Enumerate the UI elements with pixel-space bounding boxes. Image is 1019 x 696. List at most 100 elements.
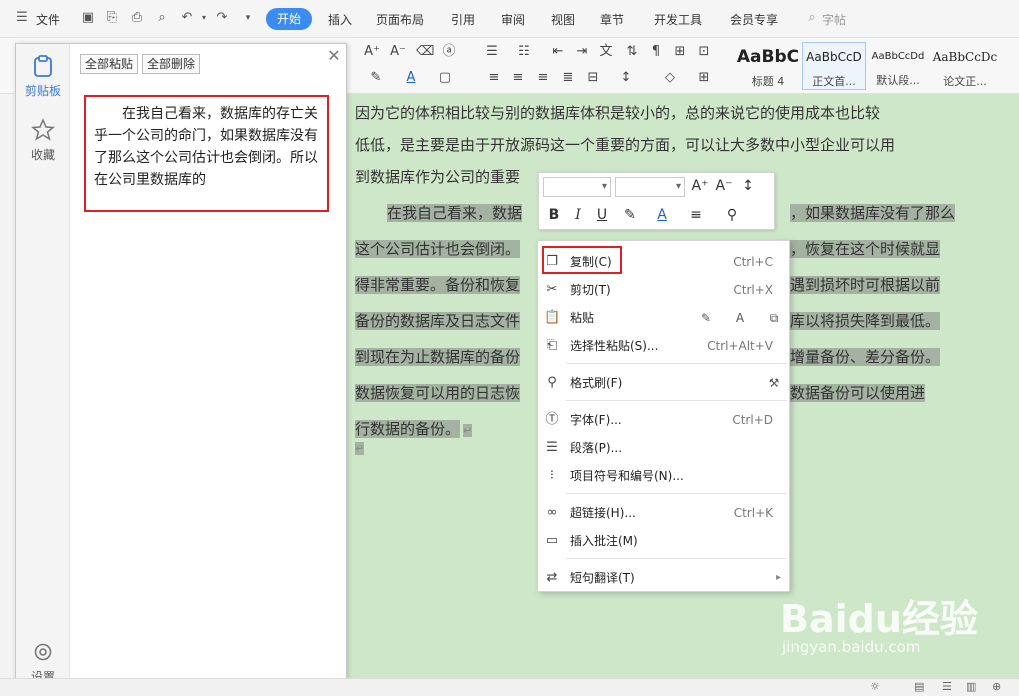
selected-text: 备份的数据库及日志文件 [355, 312, 521, 330]
export-pdf-icon[interactable]: ⎘ [104, 10, 120, 26]
font-name-select[interactable]: ▾ [543, 177, 611, 197]
style-preview: AaBbCcDd [871, 51, 925, 62]
web-view-icon[interactable]: ⊕ [992, 680, 1001, 693]
format-painter-icon[interactable]: ⚲ [723, 206, 741, 224]
tab-member[interactable]: 会员专享 [730, 11, 778, 28]
hamburger-menu-icon[interactable]: ☰ [14, 10, 30, 26]
close-icon[interactable]: ✕ [326, 48, 342, 64]
menu-separator [566, 493, 787, 494]
style-default-para[interactable]: AaBbCcDd 默认段... [866, 42, 930, 90]
tab-references[interactable]: 引用 [451, 11, 475, 28]
italic-icon[interactable]: I [569, 206, 587, 224]
show-marks-icon[interactable]: ¶ [648, 44, 664, 60]
outline-view-icon[interactable]: ☰ [942, 680, 952, 693]
menu-item-insert-comment[interactable]: ▭ 插入批注(M) [538, 527, 789, 555]
line-spacing-icon[interactable]: ↕ [618, 70, 634, 86]
search-icon[interactable]: ⌕ [804, 10, 820, 26]
sidebar-item-clipboard[interactable]: 剪贴板 [16, 54, 70, 99]
reading-view-icon[interactable]: ▥ [966, 680, 976, 693]
font-grow-icon[interactable]: A⁺ [691, 177, 709, 195]
redo-icon[interactable]: ↷ [214, 10, 230, 26]
page-view-icon[interactable]: ▤ [914, 680, 924, 693]
font-color-icon[interactable]: A [653, 206, 671, 224]
paste-text-only-icon[interactable]: A [732, 310, 748, 326]
menu-item-bullets[interactable]: ⁝ 项目符号和编号(N)... [538, 462, 789, 490]
menu-item-cut[interactable]: ✂ 剪切(T) Ctrl+X [538, 276, 789, 304]
font-grow-icon[interactable]: A⁺ [364, 44, 380, 60]
tab-view[interactable]: 视图 [551, 11, 575, 28]
print-preview-icon[interactable]: ⌕ [154, 10, 170, 26]
menu-item-paragraph[interactable]: ☰ 段落(P)... [538, 434, 789, 462]
eye-protect-icon[interactable]: ☼ [870, 680, 880, 693]
tab-insert[interactable]: 插入 [328, 11, 352, 28]
paragraph-mark-icon: ↵ [463, 424, 473, 437]
tab-review[interactable]: 审阅 [501, 11, 525, 28]
numbered-list-icon[interactable]: ☷ [516, 44, 532, 60]
style-body-first[interactable]: AaBbCcD 正文首... [802, 42, 866, 90]
menu-item-paste-special[interactable]: ⎗ 选择性粘贴(S)... Ctrl+Alt+V [538, 332, 789, 360]
menu-item-label: 短句翻译(T) [570, 571, 635, 585]
style-thesis-body[interactable]: AaBbCcDc 论文正... [930, 42, 1000, 90]
menu-item-hyperlink[interactable]: ∞ 超链接(H)... Ctrl+K [538, 499, 789, 527]
align-center-icon[interactable]: ≡ [510, 70, 526, 86]
underline-icon[interactable]: U [593, 206, 611, 224]
menu-item-format-painter[interactable]: ⚲ 格式刷(F) ⚒ [538, 369, 789, 397]
menu-item-translate[interactable]: ⇄ 短句翻译(T) ▸ [538, 564, 789, 592]
ruler-icon[interactable]: ⊡ [696, 44, 712, 60]
undo-dropdown-icon[interactable]: ▾ [196, 10, 212, 26]
tab-page-layout[interactable]: 页面布局 [376, 11, 424, 28]
justify-icon[interactable]: ≣ [560, 70, 576, 86]
shading-icon[interactable]: ◇ [662, 70, 678, 86]
search-label[interactable]: 字帖 [822, 11, 846, 28]
style-name: 正文首... [812, 75, 856, 88]
font-shrink-icon[interactable]: A⁻ [390, 44, 406, 60]
highlight-color-icon[interactable]: ✎ [621, 206, 639, 224]
font-size-select[interactable]: ▾ [615, 177, 685, 197]
doc-line-fragment: 库以将损失降到最低。 [790, 306, 941, 336]
font-color-icon[interactable]: A [403, 70, 419, 86]
tab-developer[interactable]: 开发工具 [654, 11, 702, 28]
menu-item-paste[interactable]: 📋 粘贴 ✎ A ⧉ [538, 304, 789, 332]
save-icon[interactable]: ▣ [80, 10, 96, 26]
file-menu[interactable]: 文件 [36, 11, 60, 28]
format-painter-extra-icon[interactable]: ⚒ [766, 375, 782, 391]
quick-access-dropdown-icon[interactable]: ▾ [240, 10, 256, 26]
clipboard-item[interactable]: 在我自己看来，数据库的存亡关乎一个公司的命门，如果数据库没有了那么这个公司估计也… [84, 95, 329, 212]
highlight-color-icon[interactable]: ✎ [368, 70, 384, 86]
paste-merge-icon[interactable]: ⧉ [766, 310, 782, 326]
borders-icon[interactable]: ⊞ [696, 70, 712, 86]
tab-chapter[interactable]: 章节 [600, 11, 624, 28]
doc-line-selected: 数据恢复可以用的日志恢 [355, 378, 521, 408]
table-icon[interactable]: ⊞ [672, 44, 688, 60]
style-heading4[interactable]: AaBbC 标题 4 [734, 42, 802, 90]
menu-item-font[interactable]: Ⓣ 字体(F)... Ctrl+D [538, 406, 789, 434]
selected-text: 库以将损失降到最低。 [790, 312, 941, 330]
delete-all-button[interactable]: 全部删除 [142, 54, 201, 74]
phonetic-icon[interactable]: ⓐ [441, 44, 457, 60]
bulleted-list-icon[interactable]: ☰ [484, 44, 500, 60]
decrease-indent-icon[interactable]: ⇤ [550, 44, 566, 60]
line-spacing-icon[interactable]: ↕ [739, 177, 757, 195]
align-icon[interactable]: ≡ [687, 206, 705, 224]
align-right-icon[interactable]: ≡ [535, 70, 551, 86]
increase-indent-icon[interactable]: ⇥ [574, 44, 590, 60]
bold-icon[interactable]: B [545, 206, 563, 224]
tab-start[interactable]: 开始 [266, 8, 312, 30]
distribute-icon[interactable]: ⊟ [585, 70, 601, 86]
paste-keep-format-icon[interactable]: ✎ [698, 310, 714, 326]
paste-all-button[interactable]: 全部粘贴 [80, 54, 139, 74]
selected-text: 数据恢复可以用的日志恢 [355, 384, 521, 402]
sidebar-item-favorites[interactable]: 收藏 [16, 118, 70, 163]
selected-text: ，恢复在这个时候就显 [790, 240, 941, 258]
char-border-icon[interactable]: ▢ [437, 70, 453, 86]
print-icon[interactable]: ⎙ [129, 10, 145, 26]
chinese-layout-icon[interactable]: 文 [598, 44, 614, 60]
font-shrink-icon[interactable]: A⁻ [715, 177, 733, 195]
paste-special-icon: ⎗ [546, 338, 558, 353]
selected-text: 遇到损坏时可根据以前 [790, 276, 941, 294]
align-left-icon[interactable]: ≡ [486, 70, 502, 86]
sort-icon[interactable]: ⇅ [624, 44, 640, 60]
clear-format-icon[interactable]: ⌫ [416, 44, 434, 60]
doc-line-fragment: 数据备份可以使用进 [790, 378, 926, 408]
undo-icon[interactable]: ↶ [179, 10, 195, 26]
